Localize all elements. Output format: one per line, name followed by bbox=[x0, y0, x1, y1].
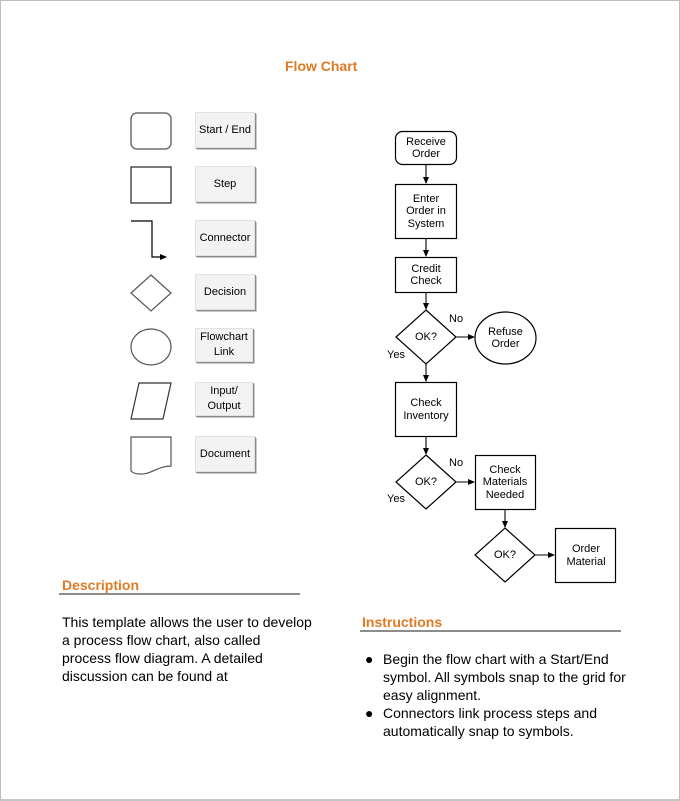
instructions-divider bbox=[360, 630, 621, 632]
legend-button-flowchart-link[interactable]: Flowchart Link bbox=[195, 328, 253, 362]
instruction-item: ● Begin the flow chart with a Start/End … bbox=[365, 650, 635, 704]
node-decision-1[interactable]: OK? bbox=[406, 328, 446, 346]
legend-button-start-end[interactable]: Start / End bbox=[195, 112, 255, 148]
instruction-item: ● Connectors link process steps and auto… bbox=[365, 704, 635, 740]
legend-button-document[interactable]: Document bbox=[195, 436, 255, 472]
description-divider bbox=[59, 593, 300, 595]
legend-shapes bbox=[130, 112, 172, 475]
instruction-text: Begin the flow chart with a Start/End sy… bbox=[383, 651, 626, 703]
instructions-heading: Instructions bbox=[362, 614, 443, 630]
step-symbol-icon bbox=[130, 166, 172, 204]
node-receive-order[interactable]: Receive Order bbox=[396, 132, 456, 164]
bullet-icon: ● bbox=[365, 705, 374, 721]
legend-button-connector[interactable]: Connector bbox=[195, 220, 255, 256]
node-check-materials[interactable]: Check Materials Needed bbox=[477, 456, 533, 509]
edge-label-d2-yes: Yes bbox=[387, 493, 405, 505]
start-end-symbol-icon bbox=[130, 112, 172, 150]
document-symbol-icon bbox=[130, 436, 172, 475]
edge-label-d2-no: No bbox=[449, 457, 464, 469]
node-enter-order[interactable]: Enter Order in System bbox=[398, 185, 454, 238]
node-check-inventory[interactable]: Check Inventory bbox=[396, 383, 456, 436]
node-credit-check[interactable]: Credit Check bbox=[398, 258, 454, 292]
node-refuse-order[interactable]: Refuse Order bbox=[478, 318, 533, 358]
legend-button-decision[interactable]: Decision bbox=[195, 274, 255, 310]
connector-symbol-icon bbox=[131, 220, 167, 260]
node-decision-2[interactable]: OK? bbox=[406, 473, 446, 491]
legend-button-input-output[interactable]: Input/ Output bbox=[195, 382, 253, 416]
legend-button-step[interactable]: Step bbox=[195, 166, 255, 202]
description-heading: Description bbox=[62, 577, 140, 593]
edge-label-d1-no: No bbox=[449, 313, 464, 325]
instructions-list: ● Begin the flow chart with a Start/End … bbox=[365, 650, 635, 740]
decision-symbol-icon bbox=[130, 274, 172, 312]
node-decision-3[interactable]: OK? bbox=[485, 546, 525, 564]
edge-label-d1-yes: Yes bbox=[387, 349, 405, 361]
bullet-icon: ● bbox=[365, 651, 374, 667]
instruction-text: Connectors link process steps and automa… bbox=[383, 705, 597, 739]
flowchart-link-symbol-icon bbox=[130, 328, 172, 366]
input-output-symbol-icon bbox=[130, 382, 172, 420]
description-text: This template allows the user to develop… bbox=[62, 614, 312, 684]
node-order-material[interactable]: Order Material bbox=[560, 529, 612, 582]
